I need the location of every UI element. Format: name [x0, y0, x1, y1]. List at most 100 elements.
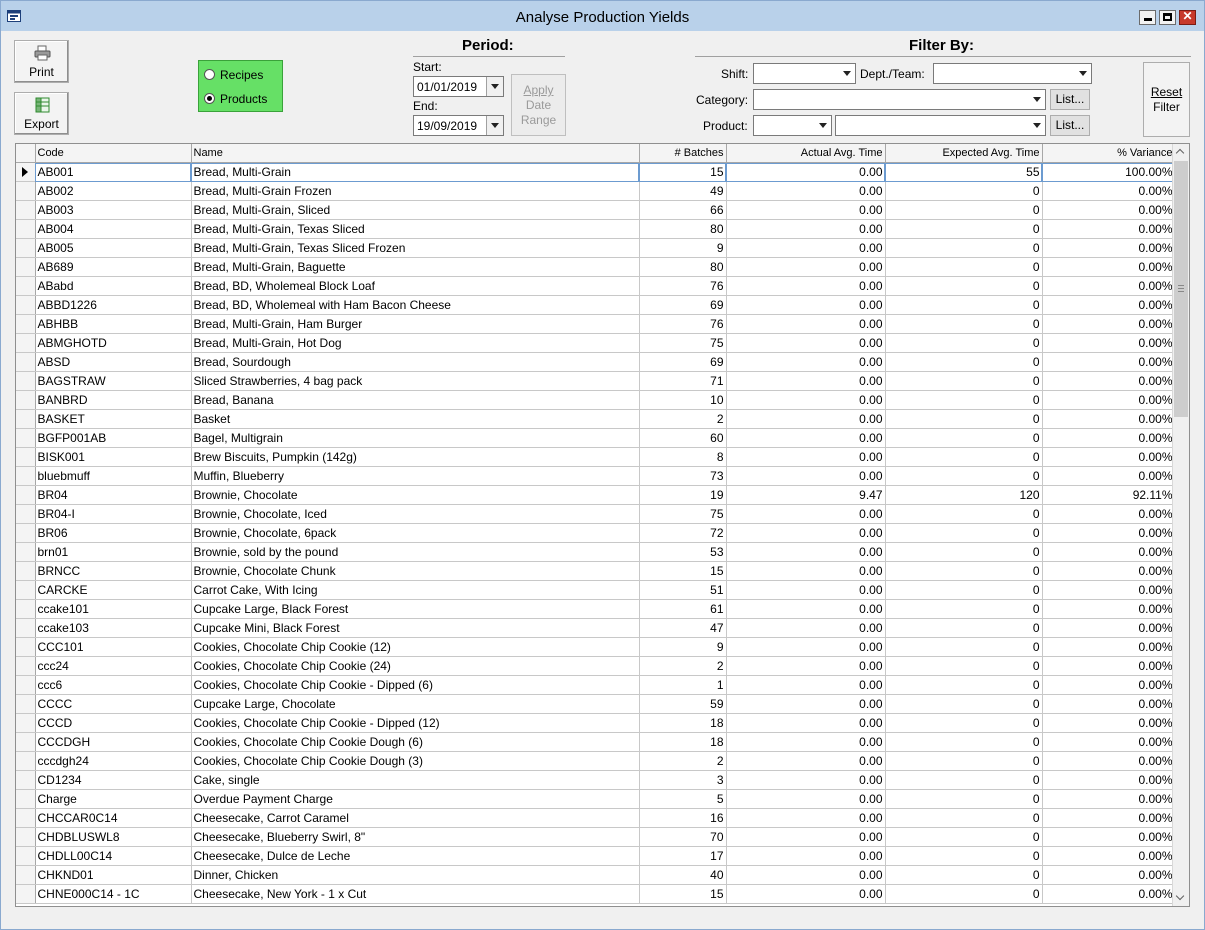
- cell-expected-avg-time[interactable]: 0: [885, 523, 1043, 543]
- row-selector[interactable]: [16, 314, 36, 334]
- cell-actual-avg-time[interactable]: 0.00: [726, 428, 886, 448]
- cell-variance[interactable]: 0.00%: [1042, 561, 1176, 581]
- cell-expected-avg-time[interactable]: 0: [885, 865, 1043, 885]
- table-row[interactable]: ccc24 Cookies, Chocolate Chip Cookie (24)…: [16, 656, 1176, 676]
- cell-variance[interactable]: 0.00%: [1042, 181, 1176, 201]
- table-row[interactable]: CCCDGH Cookies, Chocolate Chip Cookie Dou…: [16, 732, 1176, 752]
- cell-batches[interactable]: 66: [639, 200, 727, 220]
- cell-name[interactable]: Bread, Multi-Grain, Texas Sliced: [191, 219, 640, 239]
- cell-name[interactable]: Bread, Multi-Grain, Baguette: [191, 257, 640, 277]
- cell-batches[interactable]: 51: [639, 580, 727, 600]
- cell-variance[interactable]: 0.00%: [1042, 219, 1176, 239]
- cell-expected-avg-time[interactable]: 0: [885, 314, 1043, 334]
- cell-code[interactable]: brn01: [35, 542, 192, 562]
- cell-actual-avg-time[interactable]: 0.00: [726, 504, 886, 524]
- cell-actual-avg-time[interactable]: 0.00: [726, 656, 886, 676]
- cell-code[interactable]: BAGSTRAW: [35, 371, 192, 391]
- table-row[interactable]: AB001 Bread, Multi-Grain 15 0.00 55 100.00%: [16, 162, 1176, 182]
- cell-name[interactable]: Cookies, Chocolate Chip Cookie (12): [191, 637, 640, 657]
- product-name-select[interactable]: [835, 115, 1046, 136]
- cell-expected-avg-time[interactable]: 0: [885, 428, 1043, 448]
- cell-expected-avg-time[interactable]: 0: [885, 694, 1043, 714]
- cell-actual-avg-time[interactable]: 0.00: [726, 827, 886, 847]
- cell-name[interactable]: Bread, Multi-Grain Frozen: [191, 181, 640, 201]
- cell-batches[interactable]: 71: [639, 371, 727, 391]
- cell-expected-avg-time[interactable]: 0: [885, 276, 1043, 296]
- cell-name[interactable]: Cake, single: [191, 770, 640, 790]
- cell-batches[interactable]: 69: [639, 295, 727, 315]
- cell-actual-avg-time[interactable]: 0.00: [726, 257, 886, 277]
- category-list-button[interactable]: List...: [1050, 89, 1090, 110]
- cell-expected-avg-time[interactable]: 0: [885, 219, 1043, 239]
- cell-name[interactable]: Sliced Strawberries, 4 bag pack: [191, 371, 640, 391]
- cell-code[interactable]: AB003: [35, 200, 192, 220]
- cell-batches[interactable]: 2: [639, 751, 727, 771]
- table-row[interactable]: CCCD Cookies, Chocolate Chip Cookie - Dip…: [16, 713, 1176, 733]
- cell-variance[interactable]: 0.00%: [1042, 580, 1176, 600]
- cell-name[interactable]: Cupcake Large, Chocolate: [191, 694, 640, 714]
- cell-code[interactable]: AB002: [35, 181, 192, 201]
- cell-variance[interactable]: 0.00%: [1042, 276, 1176, 296]
- cell-actual-avg-time[interactable]: 0.00: [726, 846, 886, 866]
- scroll-down-icon[interactable]: [1173, 890, 1189, 906]
- cell-name[interactable]: Bread, Multi-Grain, Ham Burger: [191, 314, 640, 334]
- row-selector[interactable]: [16, 409, 36, 429]
- table-row[interactable]: CHDLL00C14 Cheesecake, Dulce de Leche 17 0.…: [16, 846, 1176, 866]
- cell-expected-avg-time[interactable]: 0: [885, 808, 1043, 828]
- cell-name[interactable]: Cookies, Chocolate Chip Cookie Dough (6): [191, 732, 640, 752]
- row-selector[interactable]: [16, 808, 36, 828]
- row-selector[interactable]: [16, 371, 36, 391]
- cell-variance[interactable]: 0.00%: [1042, 751, 1176, 771]
- cell-code[interactable]: CD1234: [35, 770, 192, 790]
- cell-code[interactable]: CHNE000C14 - 1C: [35, 884, 192, 904]
- cell-code[interactable]: BR04-I: [35, 504, 192, 524]
- cell-expected-avg-time[interactable]: 0: [885, 656, 1043, 676]
- cell-expected-avg-time[interactable]: 0: [885, 352, 1043, 372]
- cell-code[interactable]: BR04: [35, 485, 192, 505]
- table-row[interactable]: BR06 Brownie, Chocolate, 6pack 72 0.00 0 0.00…: [16, 523, 1176, 543]
- cell-expected-avg-time[interactable]: 0: [885, 333, 1043, 353]
- cell-actual-avg-time[interactable]: 0.00: [726, 333, 886, 353]
- cell-actual-avg-time[interactable]: 0.00: [726, 694, 886, 714]
- cell-expected-avg-time[interactable]: 0: [885, 200, 1043, 220]
- cell-name[interactable]: Cupcake Large, Black Forest: [191, 599, 640, 619]
- chevron-down-icon[interactable]: [815, 116, 831, 135]
- scroll-up-icon[interactable]: [1173, 144, 1189, 160]
- cell-actual-avg-time[interactable]: 0.00: [726, 637, 886, 657]
- cell-name[interactable]: Brew Biscuits, Pumpkin (142g): [191, 447, 640, 467]
- cell-batches[interactable]: 75: [639, 504, 727, 524]
- dropdown-arrow-icon[interactable]: [486, 116, 503, 135]
- product-list-button[interactable]: List...: [1050, 115, 1090, 136]
- apply-date-range-button[interactable]: Apply Date Range: [511, 74, 566, 136]
- cell-expected-avg-time[interactable]: 0: [885, 561, 1043, 581]
- cell-variance[interactable]: 0.00%: [1042, 884, 1176, 904]
- row-selector[interactable]: [16, 200, 36, 220]
- cell-actual-avg-time[interactable]: 0.00: [726, 884, 886, 904]
- table-row[interactable]: BANBRD Bread, Banana 10 0.00 0 0.00%: [16, 390, 1176, 410]
- row-selector[interactable]: [16, 846, 36, 866]
- cell-actual-avg-time[interactable]: 0.00: [726, 238, 886, 258]
- cell-name[interactable]: Cheesecake, New York - 1 x Cut: [191, 884, 640, 904]
- cell-code[interactable]: AB005: [35, 238, 192, 258]
- row-selector[interactable]: [16, 504, 36, 524]
- cell-expected-avg-time[interactable]: 0: [885, 257, 1043, 277]
- cell-actual-avg-time[interactable]: 0.00: [726, 580, 886, 600]
- table-row[interactable]: AB689 Bread, Multi-Grain, Baguette 80 0.00 0…: [16, 257, 1176, 277]
- cell-name[interactable]: Muffin, Blueberry: [191, 466, 640, 486]
- cell-expected-avg-time[interactable]: 0: [885, 390, 1043, 410]
- category-select[interactable]: [753, 89, 1046, 110]
- cell-actual-avg-time[interactable]: 9.47: [726, 485, 886, 505]
- cell-expected-avg-time[interactable]: 0: [885, 846, 1043, 866]
- cell-code[interactable]: CHDBLUSWL8: [35, 827, 192, 847]
- cell-batches[interactable]: 75: [639, 333, 727, 353]
- cell-batches[interactable]: 60: [639, 428, 727, 448]
- cell-actual-avg-time[interactable]: 0.00: [726, 371, 886, 391]
- cell-name[interactable]: Cheesecake, Blueberry Swirl, 8": [191, 827, 640, 847]
- row-selector[interactable]: [16, 884, 36, 904]
- table-row[interactable]: CHNE000C14 - 1C Cheesecake, New York - 1 …: [16, 884, 1176, 904]
- scroll-thumb[interactable]: [1174, 161, 1188, 417]
- row-selector[interactable]: [16, 257, 36, 277]
- cell-actual-avg-time[interactable]: 0.00: [726, 295, 886, 315]
- cell-actual-avg-time[interactable]: 0.00: [726, 200, 886, 220]
- row-selector[interactable]: [16, 333, 36, 353]
